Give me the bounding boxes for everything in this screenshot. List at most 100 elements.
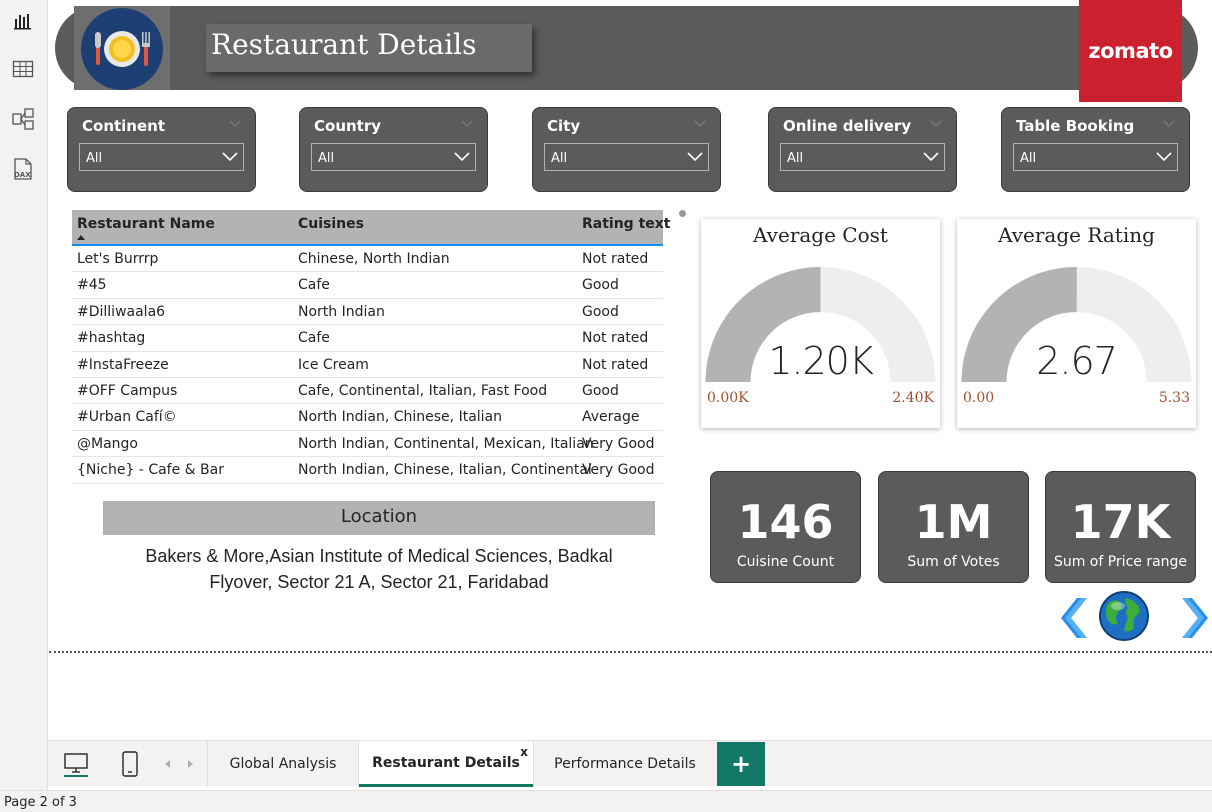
chevron-down-icon <box>1156 152 1172 162</box>
location-title: Location <box>340 506 418 527</box>
report-canvas: Restaurant Details zomato Continent All … <box>49 0 1212 740</box>
close-icon[interactable]: x <box>520 745 528 759</box>
plate-cutlery-icon <box>81 8 163 90</box>
cell-restaurant-name: #InstaFreeze <box>77 356 169 373</box>
table-row[interactable]: #Urban Cafí© North Indian, Chinese, Itali… <box>72 404 663 431</box>
table-row[interactable]: #InstaFreeze Ice Cream Not rated <box>72 352 663 378</box>
cell-restaurant-name: {Niche} - Cafe & Bar <box>77 462 224 479</box>
cell-rating-text: Good <box>582 277 619 294</box>
slicer-country: Country All <box>299 107 488 192</box>
slicer-online-delivery: Online delivery All <box>768 107 957 192</box>
cell-cuisines: Cafe, Continental, Italian, Fast Food <box>298 382 548 399</box>
clear-selection-icon[interactable] <box>694 120 706 128</box>
cell-cuisines: Cafe <box>298 277 330 294</box>
cell-cuisines: North Indian, Chinese, Italian <box>298 409 502 426</box>
table-row[interactable]: @Mango North Indian, Continental, Mexican… <box>72 431 663 458</box>
gauge-min-label: 0.00K <box>707 390 749 406</box>
dax-query-icon[interactable]: DAX <box>10 156 36 182</box>
page-boundary-divider <box>49 651 1212 653</box>
table-row[interactable]: #hashtag Cafe Not rated <box>72 325 663 352</box>
logo-box <box>74 6 170 90</box>
table-row[interactable]: {Niche} - Cafe & Bar North Indian, Chines… <box>72 457 663 484</box>
column-header-restaurant-name[interactable]: Restaurant Name <box>77 216 215 232</box>
report-view-icon[interactable] <box>10 8 36 34</box>
kpi-label: Sum of Price range <box>1053 554 1188 570</box>
kpi-cuisine-count: 146 Cuisine Count <box>710 471 861 583</box>
brand-logo: zomato <box>1079 0 1182 102</box>
cell-restaurant-name: #hashtag <box>77 330 146 347</box>
tab-scroll-right-icon[interactable] <box>182 741 198 787</box>
gauge-value: 1.20K <box>768 339 874 383</box>
table-scrollbar-thumb[interactable] <box>679 210 686 217</box>
add-page-button[interactable]: + <box>717 742 765 786</box>
tab-label: Performance Details <box>554 756 696 772</box>
cell-restaurant-name: #45 <box>77 277 107 294</box>
cell-rating-text: Very Good <box>582 462 655 479</box>
tab-restaurant-details[interactable]: Restaurant Details x <box>359 741 533 787</box>
kpi-value: 17K <box>1070 495 1171 549</box>
table-row[interactable]: #Dilliwaala6 North Indian Good <box>72 299 663 326</box>
slicer-dropdown[interactable]: All <box>780 143 945 171</box>
chevron-left-icon[interactable] <box>1057 596 1093 640</box>
cell-restaurant-name: @Mango <box>77 435 138 452</box>
slicer-city: City All <box>532 107 721 192</box>
clear-selection-icon[interactable] <box>930 120 942 128</box>
cell-restaurant-name: #Dilliwaala6 <box>77 303 166 320</box>
kpi-label: Sum of Votes <box>907 554 1000 570</box>
page-title-box: Restaurant Details <box>206 24 532 72</box>
cell-rating-text: Good <box>582 382 619 399</box>
gauge-average-cost: Average Cost 1.20K 0.00K 2.40K <box>701 219 940 428</box>
cell-rating-text: Average <box>582 409 640 426</box>
model-view-icon[interactable] <box>10 106 36 132</box>
tab-global-analysis[interactable]: Global Analysis <box>208 741 358 787</box>
desktop-layout-icon[interactable] <box>60 741 92 787</box>
page-title: Restaurant Details <box>211 28 477 61</box>
cell-cuisines: North Indian <box>298 303 385 320</box>
slicer-dropdown[interactable]: All <box>79 143 244 171</box>
table-row[interactable]: #OFF Campus Cafe, Continental, Italian, F… <box>72 378 663 405</box>
cell-cuisines: North Indian, Continental, Mexican, Ital… <box>298 435 594 452</box>
sort-ascending-icon <box>77 235 85 240</box>
slicer-title: Online delivery <box>783 117 912 135</box>
cell-restaurant-name: Let's Burrrp <box>77 251 159 267</box>
page-indicator: Page 2 of 3 <box>4 795 77 810</box>
view-rail: DAX <box>0 0 48 790</box>
mobile-layout-icon[interactable] <box>116 741 144 787</box>
cell-cuisines: Chinese, North Indian <box>298 251 450 267</box>
table-row[interactable]: #45 Cafe Good <box>72 272 663 299</box>
slicer-value: All <box>318 151 335 166</box>
gauge-average-rating: Average Rating 2.67 0.00 5.33 <box>957 219 1196 428</box>
slicer-value: All <box>787 151 804 166</box>
plus-icon: + <box>730 750 752 778</box>
clear-selection-icon[interactable] <box>1163 120 1175 128</box>
cell-cuisines: North Indian, Chinese, Italian, Continen… <box>298 462 592 479</box>
table-row[interactable]: Let's Burrrp Chinese, North Indian Not rat… <box>72 246 663 273</box>
clear-selection-icon[interactable] <box>461 120 473 128</box>
brand-text: zomato <box>1088 39 1173 63</box>
chevron-down-icon <box>923 152 939 162</box>
slicer-dropdown[interactable]: All <box>544 143 709 171</box>
slicer-dropdown[interactable]: All <box>1013 143 1178 171</box>
cell-cuisines: Cafe <box>298 330 330 347</box>
column-header-cuisines[interactable]: Cuisines <box>298 216 364 232</box>
slicer-continent: Continent All <box>67 107 256 192</box>
chevron-down-icon <box>222 152 238 162</box>
chevron-right-icon[interactable] <box>1176 596 1212 640</box>
gauge-min-label: 0.00 <box>963 390 995 406</box>
tab-performance-details[interactable]: Performance Details <box>534 741 716 787</box>
gauge-max-label: 2.40K <box>892 390 934 406</box>
location-address: Bakers & More,Asian Institute of Medical… <box>103 543 655 595</box>
globe-icon[interactable] <box>1098 590 1150 642</box>
kpi-value: 146 <box>737 495 834 549</box>
column-header-rating-text[interactable]: Rating text <box>582 216 671 232</box>
slicer-title: Table Booking <box>1016 117 1135 135</box>
cell-rating-text: Not rated <box>582 251 649 267</box>
location-header: Location <box>103 501 655 535</box>
tab-scroll-left-icon[interactable] <box>160 741 176 787</box>
restaurant-table: Restaurant Name Cuisines Rating text Let… <box>72 210 671 484</box>
status-bar: Page 2 of 3 <box>0 790 1212 812</box>
clear-selection-icon[interactable] <box>229 120 241 128</box>
slicer-value: All <box>86 151 103 166</box>
table-view-icon[interactable] <box>10 56 36 82</box>
slicer-dropdown[interactable]: All <box>311 143 476 171</box>
